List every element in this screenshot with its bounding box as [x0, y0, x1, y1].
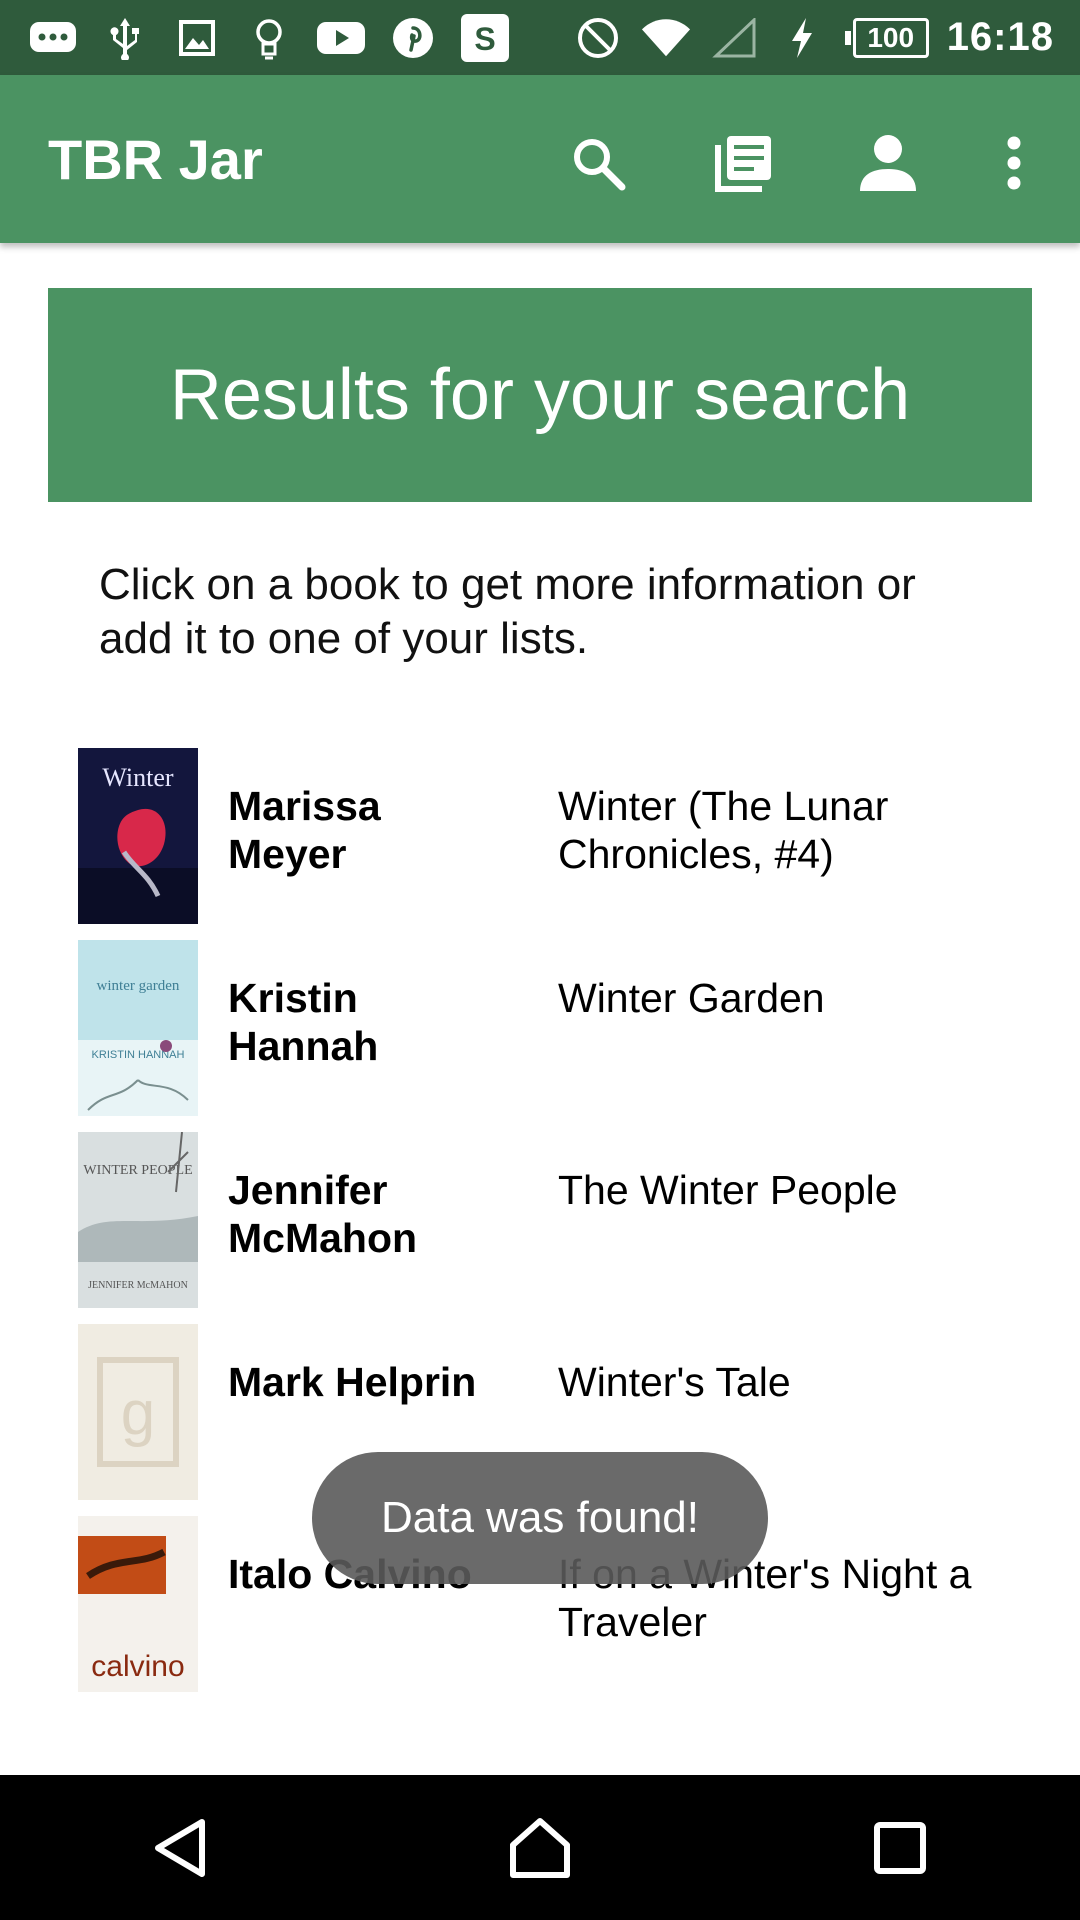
book-cover: calvino: [78, 1516, 198, 1692]
recents-icon: [874, 1821, 926, 1874]
s-app-icon: S: [460, 13, 510, 62]
search-button[interactable]: [562, 127, 634, 199]
messenger-icon: [28, 15, 78, 61]
image-icon: [172, 15, 222, 61]
cover-title: WINTER PEOPLE: [83, 1163, 192, 1178]
cover-title: g: [121, 1379, 155, 1448]
more-options-icon: [1007, 136, 1021, 190]
pinterest-icon: [388, 15, 438, 61]
home-icon: [510, 1817, 570, 1878]
account-button[interactable]: [852, 127, 924, 199]
wifi-icon: [641, 15, 691, 61]
book-title: Winter Garden: [558, 975, 825, 1021]
s-app-letter: S: [474, 21, 495, 57]
back-button[interactable]: [130, 1798, 230, 1898]
app-bar: TBR Jar: [0, 75, 1080, 243]
lightbulb-icon: [244, 15, 294, 61]
battery-level: 100: [852, 17, 929, 58]
usb-icon: [100, 15, 150, 61]
cover-author: KRISTIN HANNAH: [92, 1049, 185, 1061]
navigation-bar: [0, 1775, 1080, 1920]
book-author: Mark Helprin: [228, 1359, 477, 1405]
lists-button[interactable]: [708, 127, 780, 199]
charging-icon: [777, 15, 827, 61]
book-cover-placeholder: g: [78, 1324, 198, 1500]
book-title: The Winter People: [558, 1167, 898, 1213]
book-title: Winter (The Lunar Chronicles, #4): [558, 783, 889, 877]
more-options-button[interactable]: [978, 127, 1050, 199]
home-button[interactable]: [490, 1798, 590, 1898]
book-row[interactable]: Winter Marissa Meyer Winter (The Lunar C…: [78, 748, 1038, 924]
status-bar: S 100 16:18: [0, 0, 1080, 75]
do-not-disturb-icon: [573, 15, 623, 61]
cover-title: winter garden: [97, 978, 180, 994]
cell-signal-icon: [709, 15, 759, 61]
book-row[interactable]: WINTER PEOPLE JENNIFER McMAHON Jennifer …: [78, 1132, 1038, 1308]
book-author: Marissa Meyer: [228, 783, 381, 877]
book-author: Jennifer McMahon: [228, 1167, 418, 1261]
toast-message: Data was found!: [312, 1452, 768, 1584]
results-banner: Results for your search: [48, 288, 1032, 502]
account-icon: [860, 135, 916, 191]
book-cover: WINTER PEOPLE JENNIFER McMAHON: [78, 1132, 198, 1308]
book-row[interactable]: winter garden KRISTIN HANNAH Kristin Han…: [78, 940, 1038, 1116]
battery-indicator: 100: [844, 17, 929, 58]
book-cover: winter garden KRISTIN HANNAH: [78, 940, 198, 1116]
notification-icons: S: [0, 13, 510, 62]
book-author: Kristin Hannah: [228, 975, 379, 1069]
book-cover: Winter: [78, 748, 198, 924]
cover-title: Winter: [102, 763, 173, 792]
list-icon: [715, 136, 771, 192]
instructions-text: Click on a book to get more information …: [99, 560, 916, 663]
cover-title: calvino: [91, 1650, 184, 1683]
recents-button[interactable]: [850, 1798, 950, 1898]
battery-tip: [844, 30, 851, 45]
app-title: TBR Jar: [48, 128, 263, 191]
system-icons: 100 16:18: [573, 15, 1080, 61]
youtube-icon: [316, 15, 366, 61]
search-icon: [574, 139, 626, 191]
clock: 16:18: [946, 15, 1054, 59]
book-title: Winter's Tale: [558, 1359, 791, 1405]
back-icon: [155, 1818, 205, 1877]
cover-author: JENNIFER McMAHON: [88, 1280, 188, 1291]
